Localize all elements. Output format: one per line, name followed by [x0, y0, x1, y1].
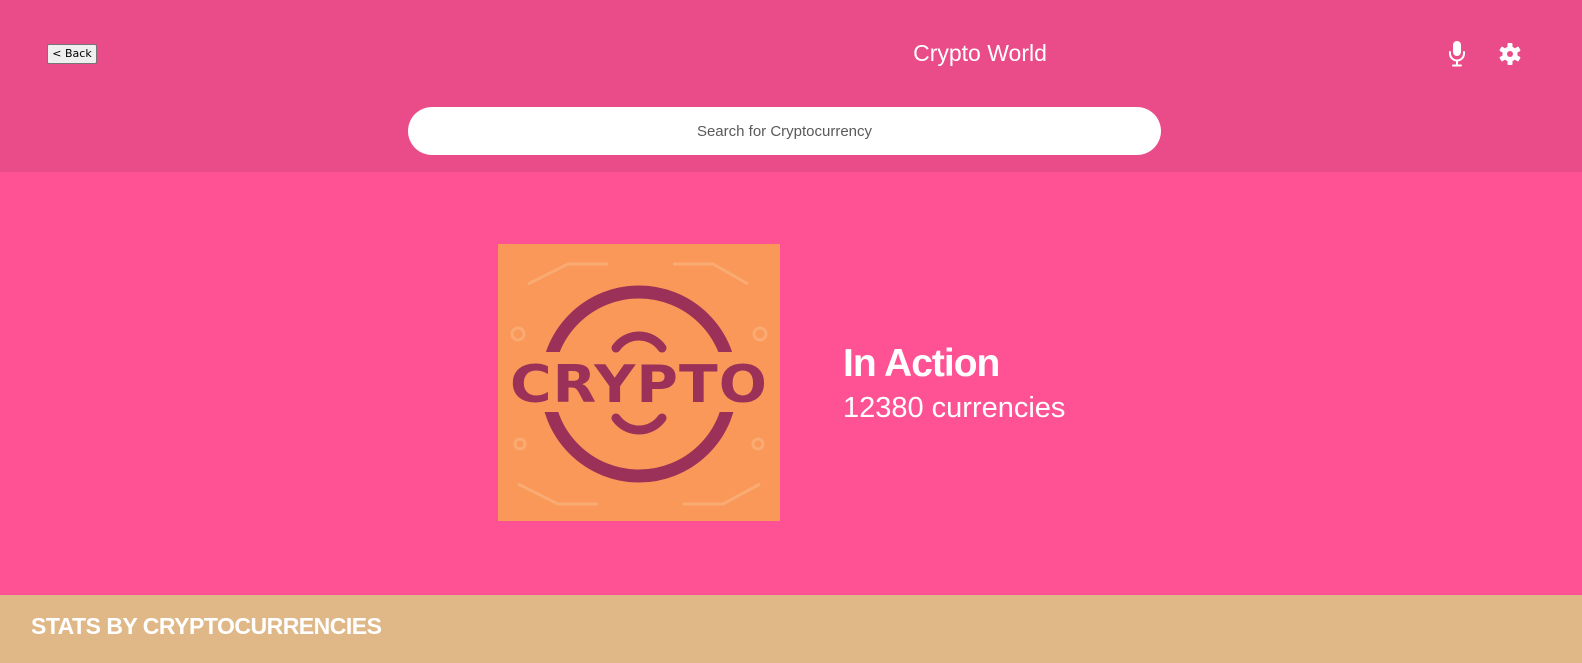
microphone-icon[interactable]: [1447, 40, 1467, 68]
svg-text:CRYPTO: CRYPTO: [510, 355, 768, 415]
stats-section-header: STATS BY CRYPTOCURRENCIES: [0, 595, 1582, 663]
currency-count: 12380 currencies: [843, 388, 1065, 428]
currency-count-unit: currencies: [931, 392, 1066, 424]
search-input[interactable]: [408, 107, 1161, 155]
app-header: < Back Crypto World: [0, 0, 1582, 172]
hero-section: CRYPTO In Action 12380 currencies: [0, 172, 1582, 595]
gear-icon[interactable]: [1499, 43, 1521, 65]
hero-title: In Action: [843, 342, 1000, 385]
stats-title: STATS BY CRYPTOCURRENCIES: [31, 613, 382, 639]
currency-count-value: 12380: [843, 392, 924, 424]
back-button[interactable]: < Back: [47, 44, 97, 64]
app-title: Crypto World: [913, 40, 1047, 66]
crypto-logo-image: CRYPTO: [498, 244, 780, 521]
